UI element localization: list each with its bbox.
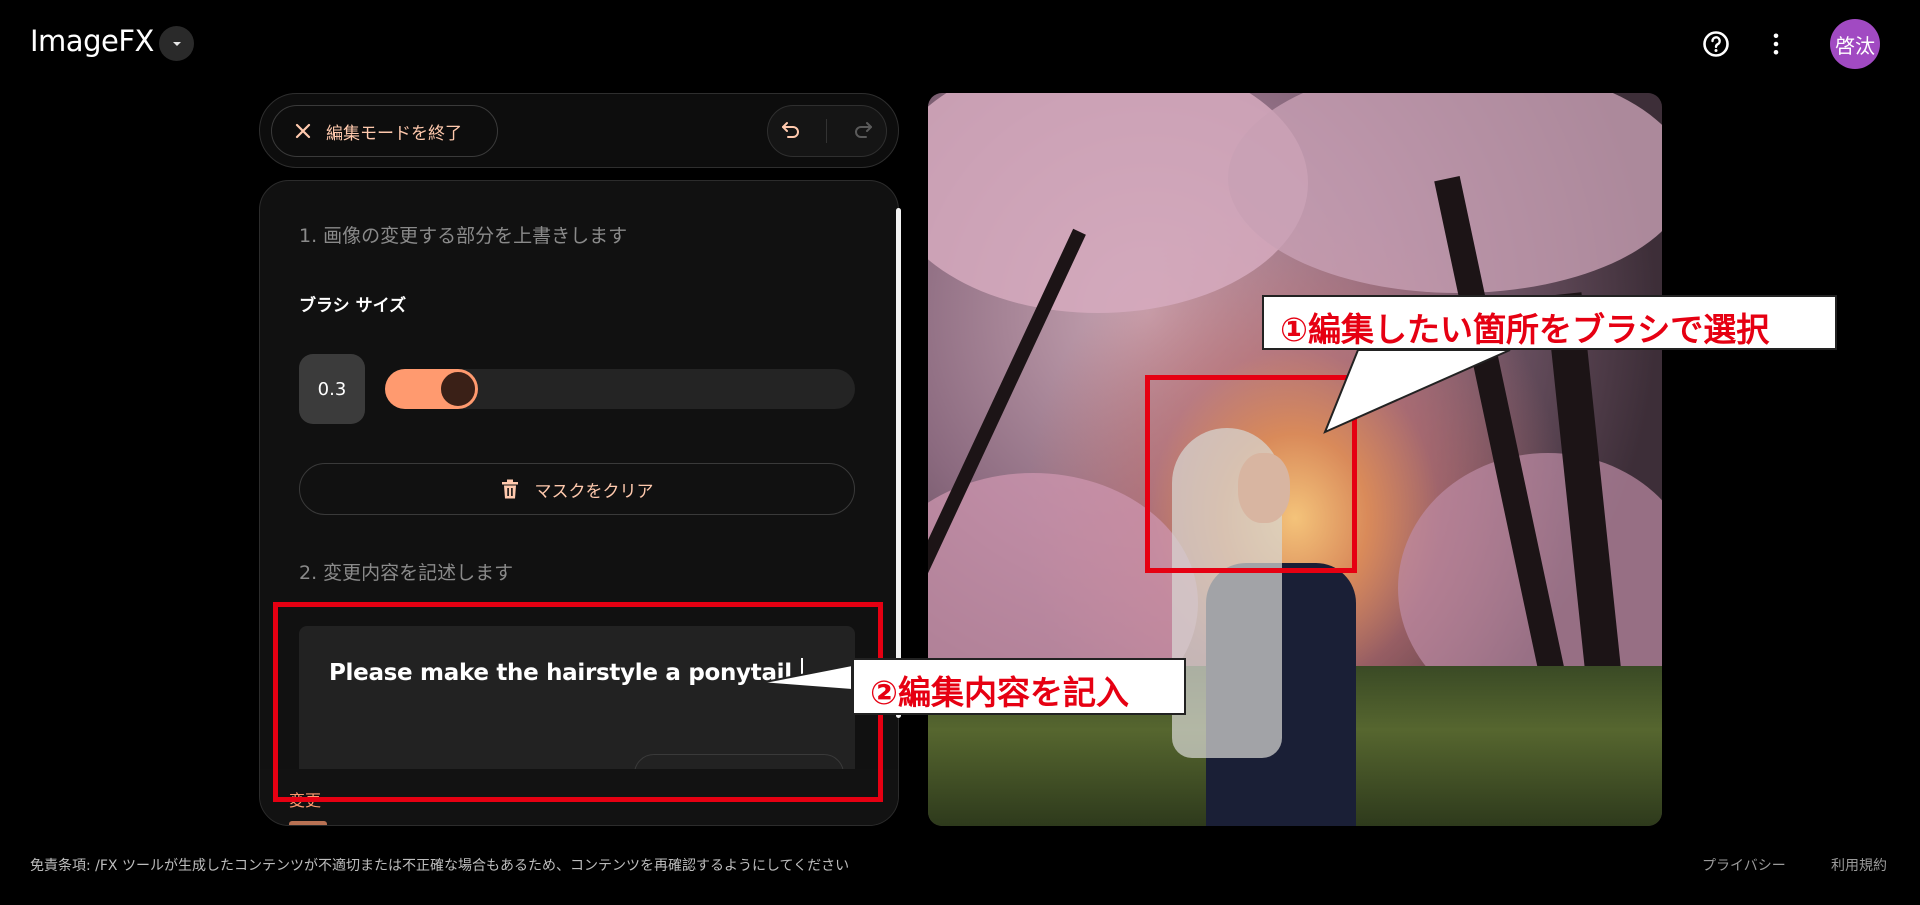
clear-mask-label: マスクをクリア	[534, 481, 654, 502]
annotation-callout-select: ①編集したい箇所をブラシで選択	[1262, 295, 1837, 350]
app-switcher-button[interactable]	[159, 26, 194, 61]
more-options-button[interactable]	[1760, 28, 1792, 60]
edit-toolbar: 編集モードを終了	[259, 93, 899, 168]
user-avatar[interactable]: 啓汰	[1830, 19, 1880, 69]
help-circle-icon	[1703, 31, 1729, 57]
redo-button[interactable]	[852, 118, 874, 144]
step2-heading: 2. 変更内容を記述します	[299, 562, 514, 584]
undo-icon	[782, 122, 800, 138]
privacy-link[interactable]: プライバシー	[1702, 855, 1786, 875]
caret-down-icon	[172, 41, 181, 46]
terms-link[interactable]: 利用規約	[1831, 855, 1887, 875]
top-bar: ImageFX 啓汰	[0, 0, 1920, 88]
redo-icon	[854, 122, 872, 138]
toolbar-divider	[826, 119, 828, 143]
step1-heading: 1. 画像の変更する部分を上書きします	[299, 225, 628, 247]
app-logo[interactable]: ImageFX	[30, 24, 154, 58]
brush-size-label: ブラシ サイズ	[299, 296, 407, 316]
disclaimer-text: 免責条項: /FX ツールが生成したコンテンツが不適切または不正確な場合もあるた…	[30, 858, 850, 874]
annotation-callout-describe: ②編集内容を記入	[852, 658, 1186, 715]
brush-size-slider[interactable]	[385, 369, 855, 409]
brush-size-value[interactable]: 0.3	[299, 354, 365, 424]
exit-edit-mode-button[interactable]: 編集モードを終了	[271, 105, 498, 157]
undo-button[interactable]	[780, 118, 802, 144]
mask-highlight-box	[1145, 375, 1357, 573]
close-icon	[295, 123, 311, 139]
trash-icon	[501, 479, 518, 499]
help-button[interactable]	[1700, 28, 1732, 60]
clear-mask-button[interactable]: マスクをクリア	[299, 463, 855, 515]
change-tab-indicator	[289, 821, 327, 825]
prompt-highlight-box	[273, 602, 883, 802]
panel-scrollbar[interactable]	[896, 208, 901, 718]
brush-size-slider-thumb[interactable]	[439, 370, 477, 408]
more-vertical-icon	[1773, 33, 1779, 55]
exit-edit-mode-label: 編集モードを終了	[326, 123, 462, 144]
undo-redo-group	[767, 105, 887, 157]
